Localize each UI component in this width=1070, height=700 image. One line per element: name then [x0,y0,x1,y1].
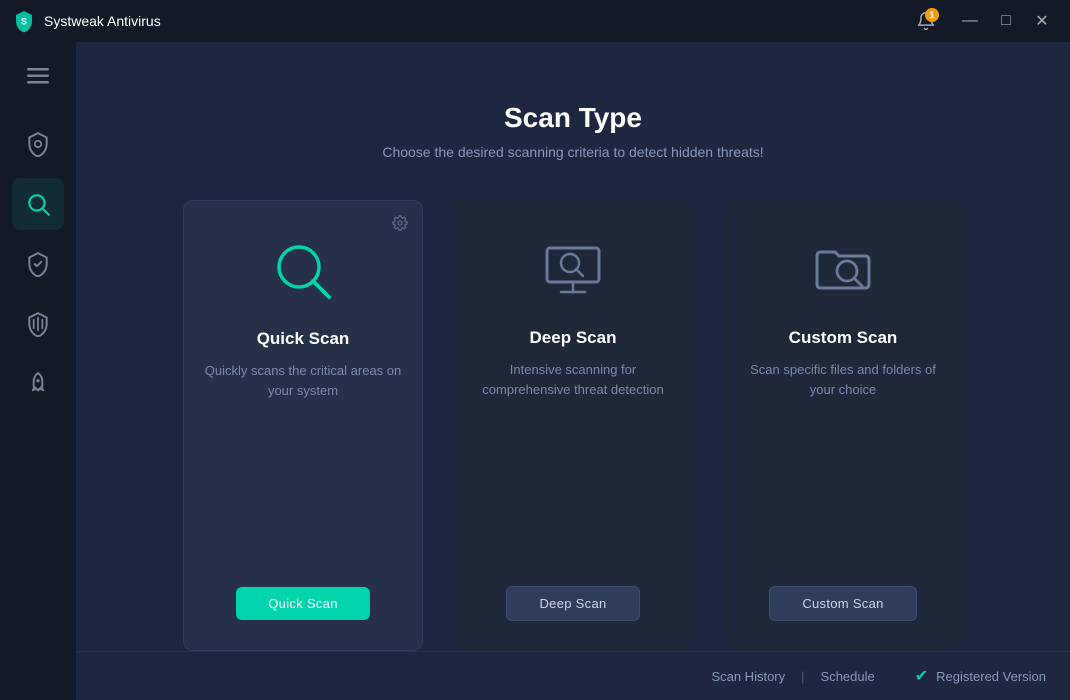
title-bar-controls: 1 — □ ✕ [910,5,1058,37]
registered-check-icon: ✔ [915,666,928,686]
page-header: Scan Type Choose the desired scanning cr… [76,42,1070,200]
custom-scan-desc: Scan specific files and folders of your … [743,360,943,562]
quick-scan-settings-icon[interactable] [392,215,408,231]
deep-scan-button[interactable]: Deep Scan [506,586,639,621]
custom-scan-card: Custom Scan Scan specific files and fold… [723,200,963,651]
app-logo: S [12,9,36,33]
minimize-button[interactable]: — [954,9,986,33]
app-title: Systweak Antivirus [44,13,161,29]
registered-label: Registered Version [936,669,1046,684]
quick-scan-card: Quick Scan Quickly scans the critical ar… [183,200,423,651]
content-area: Scan Type Choose the desired scanning cr… [76,42,1070,700]
quick-scan-button[interactable]: Quick Scan [236,587,369,620]
sidebar-menu-icon[interactable] [16,58,60,94]
scan-cards-container: Quick Scan Quickly scans the critical ar… [76,200,1070,651]
quick-scan-title: Quick Scan [257,329,350,349]
title-bar-left: S Systweak Antivirus [12,9,910,33]
title-bar: S Systweak Antivirus 1 — □ ✕ [0,0,1070,42]
footer-links: Scan History | Schedule [711,669,874,684]
maximize-button[interactable]: □ [990,9,1022,33]
notification-badge: 1 [925,8,939,22]
page-title: Scan Type [76,102,1070,134]
deep-scan-desc: Intensive scanning for comprehensive thr… [473,360,673,562]
custom-scan-icon [803,230,883,310]
main-layout: Scan Type Choose the desired scanning cr… [0,42,1070,700]
notification-button[interactable]: 1 [910,5,942,37]
sidebar-item-scan[interactable] [12,178,64,230]
deep-scan-title: Deep Scan [530,328,617,348]
page-subtitle: Choose the desired scanning criteria to … [76,144,1070,160]
sidebar [0,42,76,700]
footer: Scan History | Schedule ✔ Registered Ver… [76,651,1070,700]
sidebar-item-shield-check[interactable] [12,238,64,290]
deep-scan-icon [533,230,613,310]
sidebar-item-protection[interactable] [12,118,64,170]
custom-scan-title: Custom Scan [789,328,898,348]
footer-divider: | [801,669,804,684]
sidebar-item-firewall[interactable] [12,298,64,350]
schedule-link[interactable]: Schedule [821,669,875,684]
close-button[interactable]: ✕ [1026,9,1058,33]
quick-scan-icon [263,231,343,311]
quick-scan-desc: Quickly scans the critical areas on your… [204,361,402,563]
custom-scan-button[interactable]: Custom Scan [769,586,916,621]
svg-text:S: S [21,17,27,27]
sidebar-item-booster[interactable] [12,358,64,410]
scan-history-link[interactable]: Scan History [711,669,785,684]
deep-scan-card: Deep Scan Intensive scanning for compreh… [453,200,693,651]
footer-right: ✔ Registered Version [915,666,1046,686]
